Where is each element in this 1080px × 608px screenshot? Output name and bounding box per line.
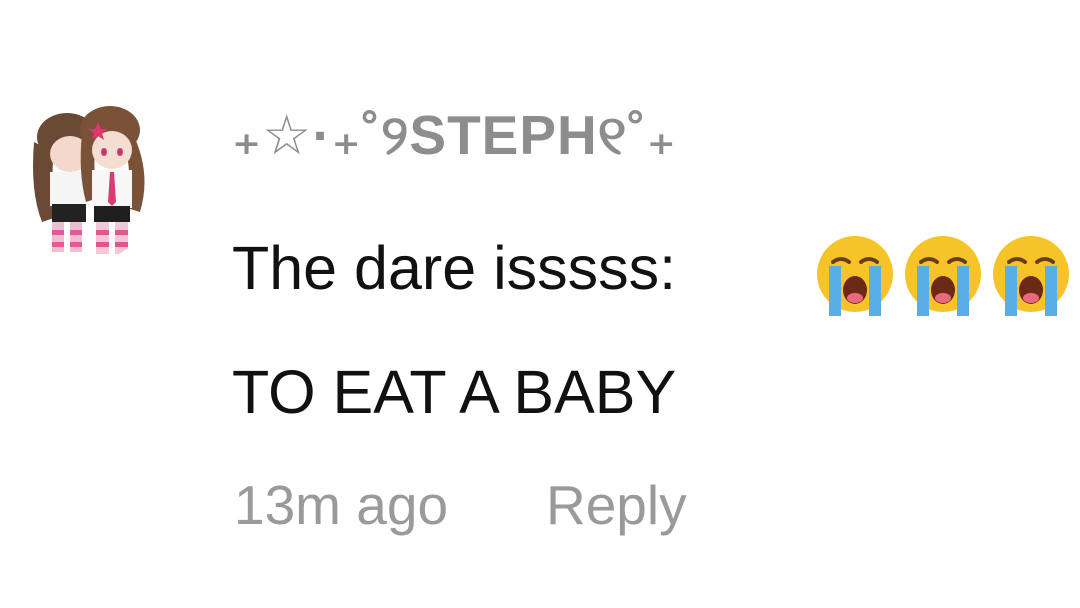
emoji-group <box>815 232 1071 318</box>
username[interactable]: ₊☆·₊˚୨STEPH୧˚₊ <box>232 108 677 163</box>
avatar-image <box>12 92 162 262</box>
loudly-crying-face-icon <box>817 236 893 316</box>
comment-text-line-2: TO EAT A BABY <box>232 358 677 426</box>
avatar[interactable] <box>12 92 162 262</box>
reply-button[interactable]: Reply <box>546 478 687 533</box>
loudly-crying-face-icon <box>993 236 1069 316</box>
timestamp: 13m ago <box>234 474 449 536</box>
comment-text-line-1: The dare isssss: <box>232 234 677 302</box>
comment: ₊☆·₊˚୨STEPH୧˚₊ The dare isssss: TO EAT A… <box>0 0 1080 608</box>
loudly-crying-face-icon <box>905 236 981 316</box>
